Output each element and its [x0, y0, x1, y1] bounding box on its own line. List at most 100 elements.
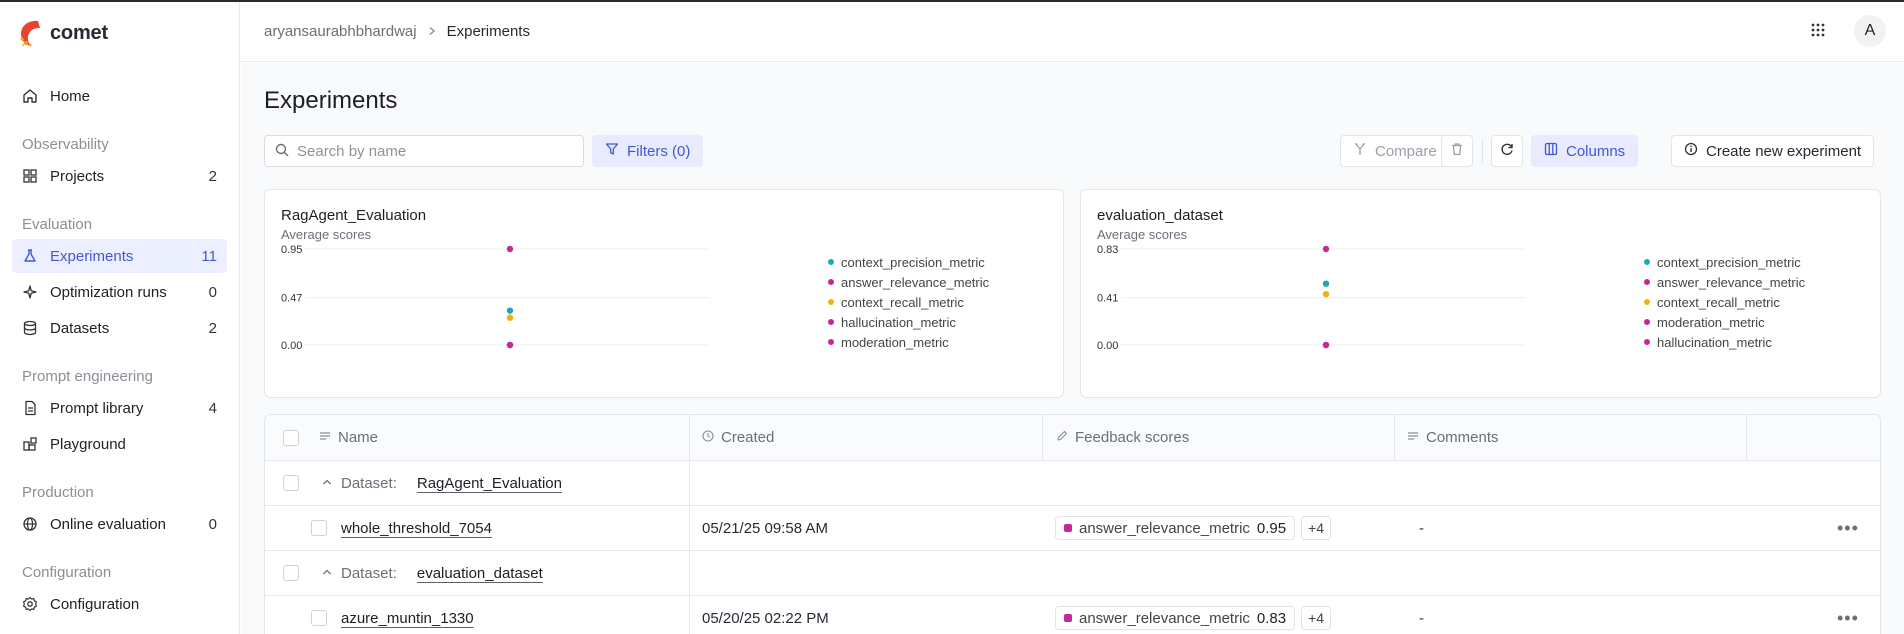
column-divider: [689, 551, 690, 595]
legend-item[interactable]: context_precision_metric: [1644, 252, 1805, 272]
sidebar-item-playground[interactable]: Playground: [12, 427, 227, 461]
toolbar-divider: [1482, 139, 1483, 163]
sidebar-item-count: 0: [208, 283, 217, 301]
table-row[interactable]: whole_threshold_7054 05/21/25 09:58 AM a…: [265, 506, 1880, 551]
column-divider: [689, 506, 690, 550]
sidebar-item-experiments[interactable]: Experiments 11: [12, 239, 227, 273]
experiment-name-link[interactable]: azure_muntin_1330: [341, 610, 474, 627]
checkbox-cell: [311, 506, 327, 550]
legend-label: context_precision_metric: [841, 254, 985, 270]
y-tick-label: 0.41: [1097, 293, 1118, 305]
data-point: [506, 314, 514, 321]
select-all-checkbox[interactable]: [283, 429, 299, 446]
legend-item[interactable]: answer_relevance_metric: [828, 272, 989, 292]
app-name: comet: [50, 21, 108, 44]
breadcrumb-current: Experiments: [446, 23, 530, 40]
compare-button[interactable]: Compare: [1340, 135, 1450, 167]
row-checkbox[interactable]: [311, 610, 327, 626]
column-header-label: Name: [338, 429, 379, 446]
sidebar-item-prompt-library[interactable]: Prompt library 4: [12, 391, 227, 425]
legend-swatch: [828, 299, 834, 305]
column-header-feedback-scores[interactable]: Feedback scores: [1056, 415, 1189, 460]
delete-button[interactable]: [1441, 135, 1473, 167]
sidebar-item-label: Projects: [50, 167, 105, 185]
legend-item[interactable]: context_recall_metric: [828, 292, 989, 312]
sidebar-item-datasets[interactable]: Datasets 2: [12, 311, 227, 345]
sparkle-icon: [22, 284, 38, 300]
y-tick-label: 0.00: [281, 340, 302, 352]
row-actions-icon[interactable]: •••: [1837, 596, 1859, 634]
database-icon: [22, 320, 38, 336]
legend-item[interactable]: hallucination_metric: [1644, 332, 1805, 352]
dataset-group-row[interactable]: Dataset: RagAgent_Evaluation: [265, 461, 1880, 506]
create-experiment-button[interactable]: Create new experiment: [1671, 135, 1875, 167]
chevron-up-icon[interactable]: [321, 475, 333, 492]
sidebar-item-optimization-runs[interactable]: Optimization runs 0: [12, 275, 227, 309]
sidebar-section-prompt-engineering: Prompt engineering: [22, 368, 153, 385]
sidebar-item-projects[interactable]: Projects 2: [12, 159, 227, 193]
legend-item[interactable]: moderation_metric: [1644, 312, 1805, 332]
pencil-icon: [1056, 429, 1068, 446]
legend-item[interactable]: context_recall_metric: [1644, 292, 1805, 312]
checkbox-cell: [283, 551, 299, 595]
more-scores-chip[interactable]: +4: [1301, 516, 1332, 540]
dataset-link[interactable]: evaluation_dataset: [417, 565, 543, 582]
legend-swatch: [828, 279, 834, 285]
app-logo[interactable]: comet: [18, 16, 108, 50]
table-row[interactable]: azure_muntin_1330 05/20/25 02:22 PM answ…: [265, 596, 1880, 634]
legend-item[interactable]: hallucination_metric: [828, 312, 989, 332]
apps-grid-icon[interactable]: [1810, 22, 1826, 41]
comments-cell: -: [1419, 609, 1424, 627]
avatar[interactable]: A: [1854, 15, 1886, 47]
legend-item[interactable]: context_precision_metric: [828, 252, 989, 272]
column-header-comments[interactable]: Comments: [1407, 415, 1499, 460]
data-point: [1322, 245, 1330, 253]
sidebar-item-configuration[interactable]: Configuration: [12, 587, 227, 621]
sidebar-item-online-evaluation[interactable]: Online evaluation 0: [12, 507, 227, 541]
columns-button[interactable]: Columns: [1531, 135, 1639, 167]
compare-label: Compare: [1375, 142, 1437, 160]
dataset-group-row[interactable]: Dataset: evaluation_dataset: [265, 551, 1880, 596]
column-header-name[interactable]: Name: [319, 415, 378, 460]
group-checkbox[interactable]: [283, 475, 299, 491]
sidebar-item-label: Experiments: [50, 247, 134, 265]
refresh-button[interactable]: [1491, 135, 1523, 167]
legend-item[interactable]: answer_relevance_metric: [1644, 272, 1805, 292]
data-point: [1322, 280, 1330, 287]
dataset-group-header: Dataset: RagAgent_Evaluation: [321, 461, 562, 505]
breadcrumb-workspace[interactable]: aryansaurabhbhardwaj: [264, 23, 417, 40]
column-header-label: Created: [721, 429, 775, 446]
legend-item[interactable]: moderation_metric: [828, 332, 989, 352]
breadcrumb: aryansaurabhbhardwaj Experiments: [264, 23, 530, 40]
sidebar-item-label: Playground: [50, 435, 126, 453]
column-divider: [1394, 415, 1395, 460]
experiment-name-link[interactable]: whole_threshold_7054: [341, 520, 492, 537]
legend-label: moderation_metric: [1657, 314, 1765, 330]
filters-button[interactable]: Filters (0): [592, 135, 704, 167]
data-point: [1322, 341, 1330, 349]
column-divider: [689, 415, 690, 460]
y-tick-label: 0.95: [281, 244, 302, 256]
sidebar-item-home[interactable]: Home: [12, 79, 227, 113]
legend-label: context_precision_metric: [1657, 254, 1801, 270]
legend-swatch: [1644, 339, 1650, 345]
chevron-up-icon[interactable]: [321, 565, 333, 582]
group-checkbox[interactable]: [283, 565, 299, 581]
dataset-link[interactable]: RagAgent_Evaluation: [417, 475, 562, 492]
sidebar-item-count: 4: [208, 399, 217, 417]
home-icon: [22, 88, 38, 104]
more-scores-chip[interactable]: +4: [1301, 606, 1332, 630]
sidebar-item-label: Home: [50, 87, 91, 105]
column-header-created[interactable]: Created: [702, 415, 774, 460]
score-chip[interactable]: answer_relevance_metric 0.83: [1055, 606, 1296, 630]
row-actions-icon[interactable]: •••: [1837, 506, 1859, 550]
data-point: [506, 245, 514, 253]
sidebar-item-label: Configuration: [50, 595, 140, 613]
score-chip[interactable]: answer_relevance_metric 0.95: [1055, 516, 1296, 540]
sidebar-item-count: 11: [201, 247, 217, 265]
search-input[interactable]: [297, 142, 573, 160]
row-checkbox[interactable]: [311, 520, 327, 536]
legend-label: answer_relevance_metric: [841, 274, 990, 290]
legend-label: answer_relevance_metric: [1657, 274, 1806, 290]
legend-label: moderation_metric: [841, 334, 949, 350]
